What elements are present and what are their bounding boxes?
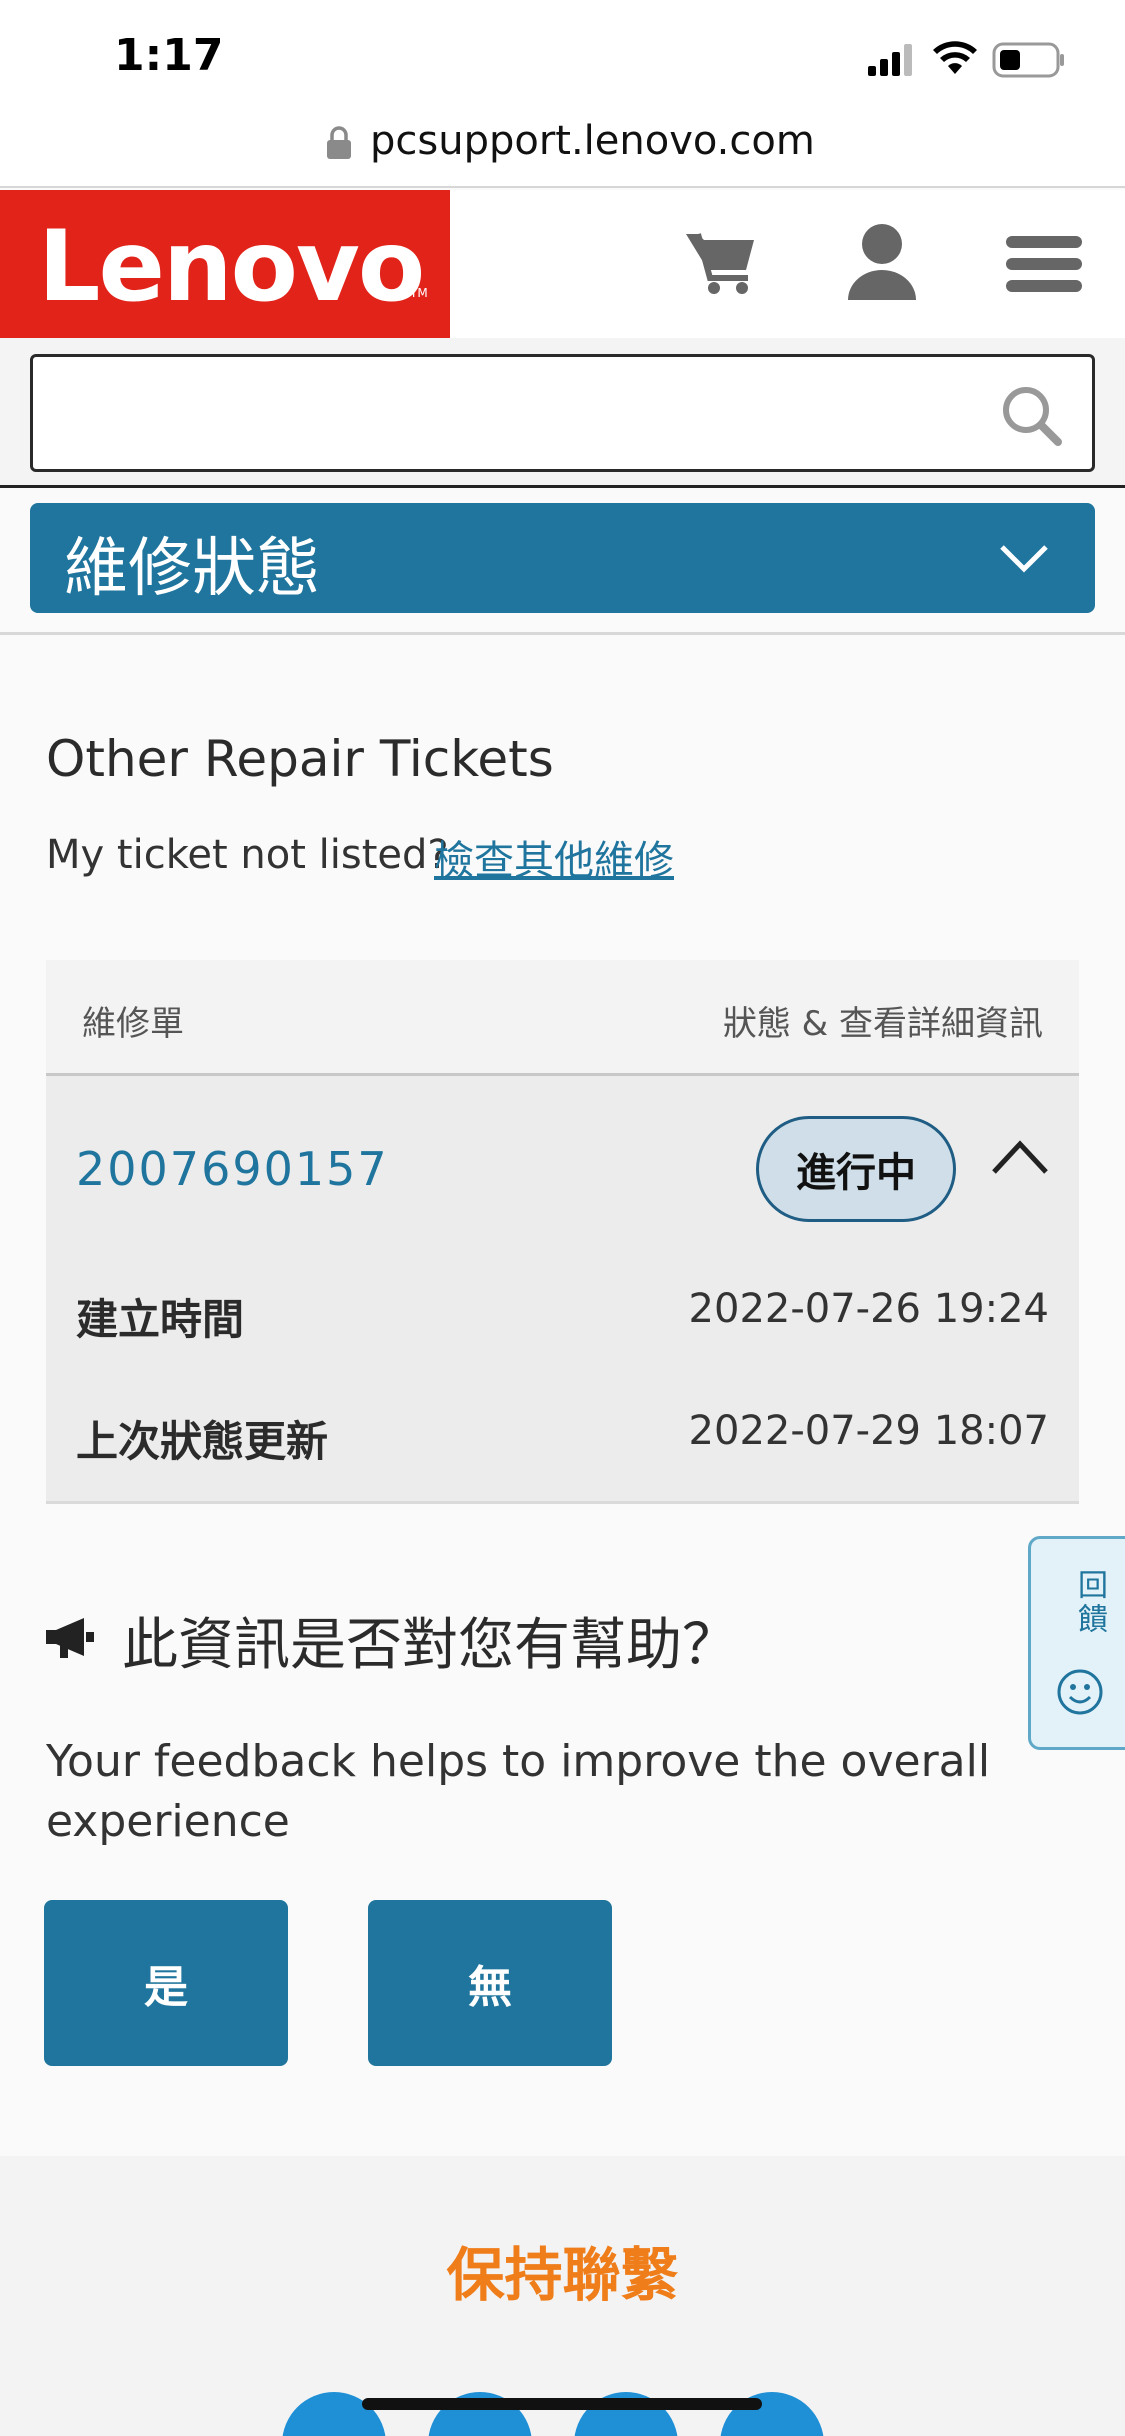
smile-icon [1057, 1669, 1103, 1715]
feedback-title: 此資訊是否對您有幫助？ [122, 1613, 738, 1678]
chevron-up-icon[interactable] [990, 1134, 1050, 1178]
feedback-description: Your feedback helps to improve the overa… [46, 1736, 991, 1847]
section-strip: 維修狀態 [0, 491, 1125, 635]
home-indicator [362, 2398, 762, 2410]
user-icon[interactable] [846, 222, 918, 302]
search-input[interactable] [30, 354, 1095, 472]
address-bar[interactable]: pcsupport.lenovo.com [0, 104, 1125, 188]
status-time: 1:17 [114, 30, 224, 81]
logo-text: Lenovo [38, 210, 425, 324]
table-row: 2007690157 進行中 建立時間 2022-07-26 19:24 上次狀… [46, 1076, 1079, 1504]
footer-title: 保持聯繫 [446, 2241, 679, 2309]
created-time-label: 建立時間 [76, 1295, 245, 1344]
side-feedback-tab[interactable]: 回饋 [1028, 1536, 1125, 1750]
last-update-label: 上次狀態更新 [76, 1417, 329, 1466]
section-dropdown[interactable]: 維修狀態 [30, 503, 1095, 613]
status-bar: 1:17 [0, 0, 1125, 120]
megaphone-icon [46, 1618, 94, 1658]
feedback-no-button[interactable]: 無 [368, 1900, 612, 2066]
search-bar [0, 338, 1125, 488]
column-header-status: 狀態 & 查看詳細資訊 [722, 1004, 1043, 1044]
feedback-yes-button[interactable]: 是 [44, 1900, 288, 2066]
wifi-icon [933, 41, 977, 74]
footer: 保持聯繫 [0, 2156, 1125, 2436]
lenovo-logo[interactable]: Lenovo TM [0, 190, 450, 338]
created-time-value: 2022-07-26 19:24 [688, 1286, 1049, 1332]
search-icon[interactable] [1000, 384, 1064, 448]
signal-icon [868, 44, 912, 76]
site-header: Lenovo TM [0, 190, 1125, 338]
chevron-down-icon [1000, 545, 1048, 573]
last-update-value: 2022-07-29 18:07 [688, 1408, 1049, 1454]
ticket-table: 維修單 狀態 & 查看詳細資訊 2007690157 進行中 建立時間 2022… [46, 960, 1079, 1504]
status-badge: 進行中 [756, 1116, 956, 1222]
lock-icon [327, 126, 351, 159]
battery-icon [992, 42, 1064, 78]
check-other-repairs-link[interactable]: 檢查其他維修 [434, 828, 674, 886]
column-header-ticket: 維修單 [82, 1004, 184, 1044]
ticket-number-link[interactable]: 2007690157 [76, 1142, 389, 1196]
table-header: 維修單 狀態 & 查看詳細資訊 [46, 960, 1079, 1076]
side-feedback-label: 回饋 [1072, 1569, 1107, 1637]
hamburger-menu-icon[interactable] [1006, 234, 1082, 294]
url-text[interactable]: pcsupport.lenovo.com [370, 118, 815, 164]
section-title: 維修狀態 [64, 532, 320, 606]
other-tickets-title: Other Repair Tickets [46, 730, 554, 788]
logo-trademark: TM [410, 286, 428, 300]
cart-icon[interactable] [684, 226, 756, 298]
ticket-not-listed-text: My ticket not listed? [46, 832, 449, 878]
